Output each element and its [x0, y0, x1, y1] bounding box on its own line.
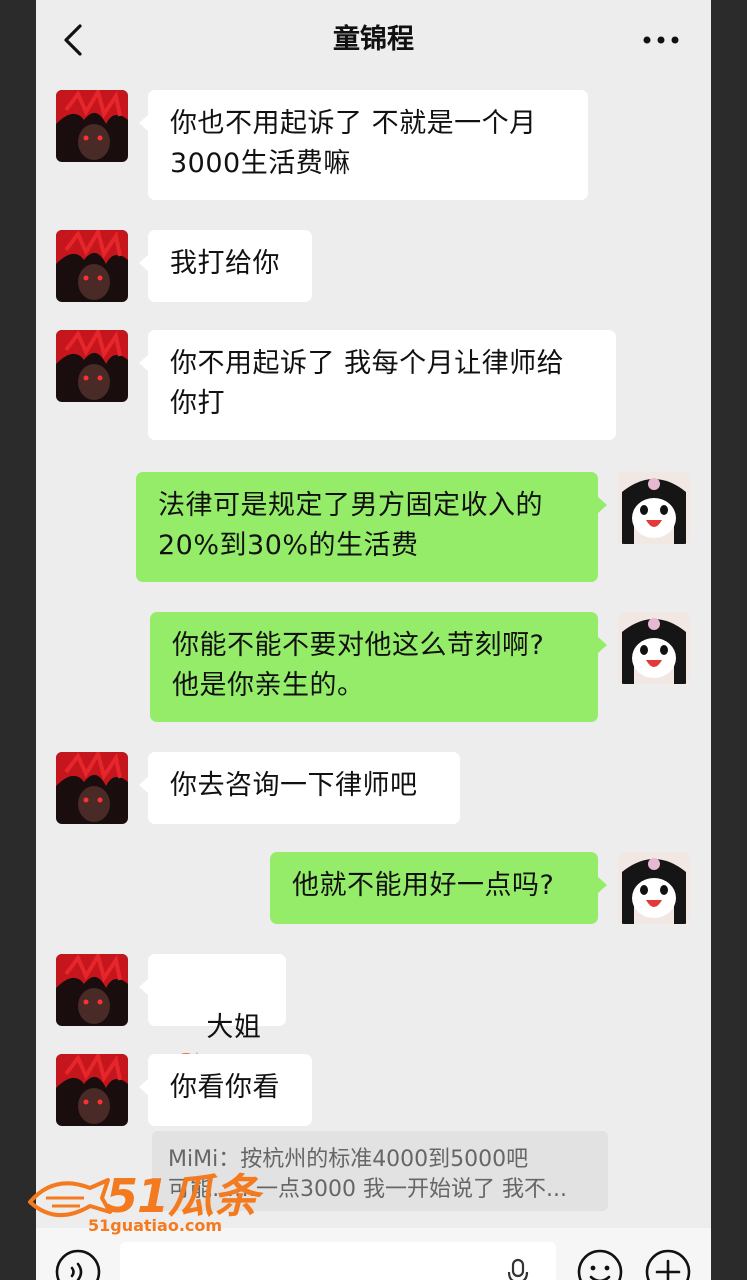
- chat-title: 童锦程: [333, 24, 414, 55]
- message-bubble-sent[interactable]: 他就不能用好一点吗?: [270, 852, 607, 924]
- user-avatar[interactable]: [618, 612, 690, 684]
- message-bubble-received[interactable]: 我打给你: [139, 230, 312, 302]
- contact-avatar[interactable]: [56, 954, 128, 1026]
- contact-avatar[interactable]: [56, 230, 128, 302]
- chat-screen: 童锦程 你也不用起诉了 不就是一个月 3000生活费嘛 我打给你 你不用起诉了 …: [36, 0, 711, 1280]
- watermark-url: 51guatiao.com: [88, 1216, 223, 1235]
- emoji-icon[interactable]: [576, 1248, 624, 1280]
- more-options-icon[interactable]: [641, 28, 681, 52]
- watermark-logo: 51瓜条 51guatiao.com: [24, 1168, 264, 1238]
- contact-avatar[interactable]: [56, 752, 128, 824]
- message-bubble-received[interactable]: 你不用起诉了 我每个月让律师给 你打: [139, 330, 616, 440]
- contact-avatar[interactable]: [56, 90, 128, 162]
- user-avatar[interactable]: [618, 472, 690, 544]
- user-avatar[interactable]: [618, 852, 690, 924]
- message-text: 大姐: [206, 1012, 262, 1043]
- message-bubble-sent[interactable]: 你能不能不要对他这么苛刻啊? 他是你亲生的。: [150, 612, 607, 722]
- top-bar: 童锦程: [36, 0, 711, 80]
- plus-icon[interactable]: [644, 1248, 692, 1280]
- message-bubble-received[interactable]: 你也不用起诉了 不就是一个月 3000生活费嘛: [139, 90, 588, 200]
- microphone-icon[interactable]: [506, 1258, 530, 1280]
- contact-avatar[interactable]: [56, 1054, 128, 1126]
- message-bubble-received[interactable]: 你去咨询一下律师吧: [139, 752, 460, 824]
- message-bubble-sent[interactable]: 法律可是规定了男方固定收入的 20%到30%的生活费: [136, 472, 607, 582]
- voice-icon[interactable]: [54, 1248, 102, 1280]
- contact-avatar[interactable]: [56, 330, 128, 402]
- message-bubble-received[interactable]: 你看你看: [139, 1054, 312, 1126]
- message-input[interactable]: [120, 1242, 556, 1280]
- message-bubble-received[interactable]: 大姐: [139, 954, 286, 1081]
